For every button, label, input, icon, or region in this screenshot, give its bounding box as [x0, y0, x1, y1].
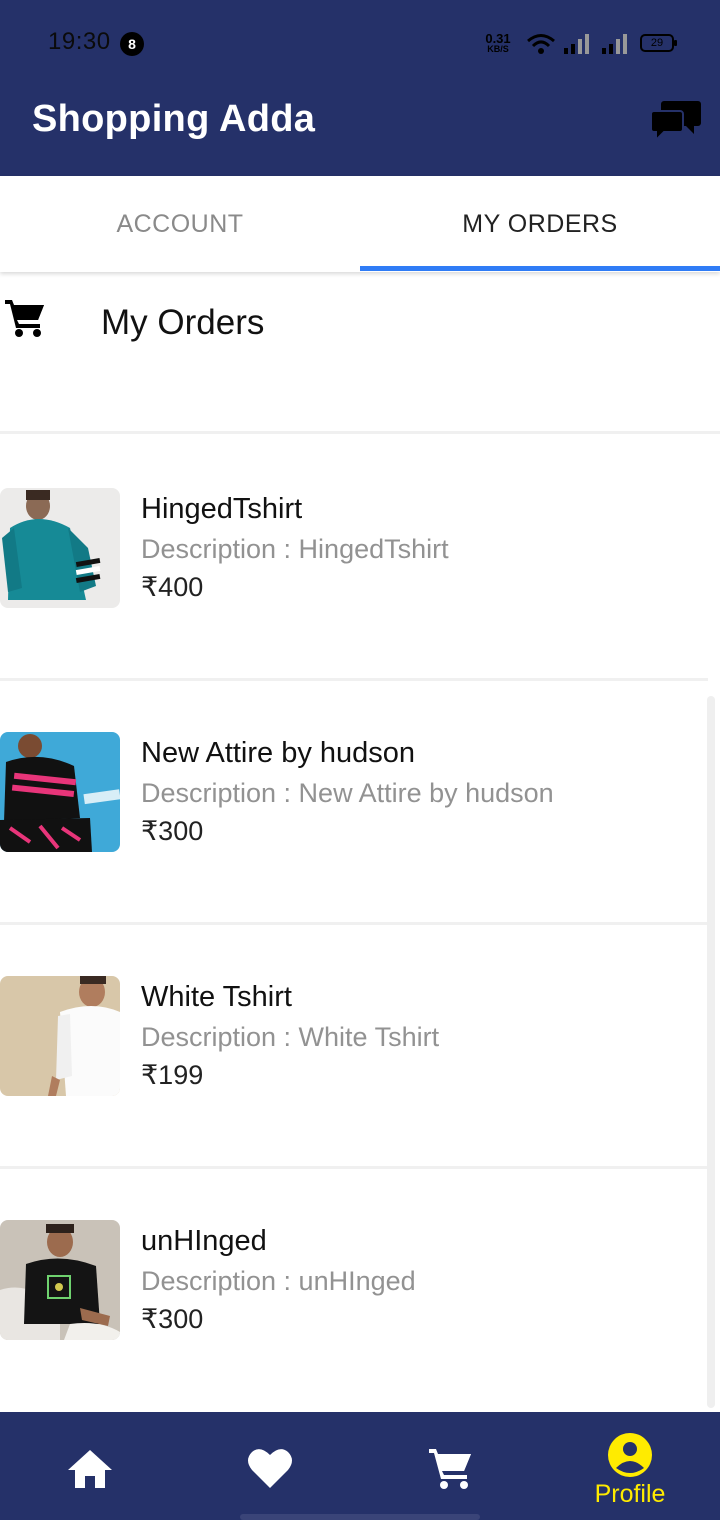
- app-bar: 19:30 8 0.31 KB/S 29 Shopping Adda: [0, 0, 720, 176]
- product-description: Description : unHInged: [141, 1266, 416, 1296]
- tab-bar: ACCOUNT MY ORDERS: [0, 176, 720, 272]
- tab-account[interactable]: ACCOUNT: [0, 176, 360, 272]
- product-image-black-graphic-tshirt: [0, 1220, 120, 1340]
- product-name: New Attire by hudson: [141, 737, 416, 769]
- product-description: Description : HingedTshirt: [141, 534, 449, 564]
- nav-profile[interactable]: Profile: [540, 1412, 720, 1520]
- product-price: ₹300: [141, 816, 204, 846]
- product-name: White Tshirt: [141, 981, 292, 1013]
- chat-bubbles-icon[interactable]: [650, 97, 702, 143]
- wifi-icon: [527, 34, 555, 54]
- cart-icon: [5, 300, 44, 337]
- signal-icon: [564, 34, 589, 54]
- network-speed-value: 0.31: [485, 31, 511, 46]
- product-price: ₹400: [141, 572, 204, 602]
- product-image-black-pink-tshirt: [0, 732, 120, 852]
- tab-my-orders[interactable]: MY ORDERS: [360, 176, 720, 272]
- scrollbar[interactable]: [707, 696, 715, 1408]
- profile-icon: [608, 1433, 652, 1477]
- nav-home[interactable]: [0, 1412, 180, 1520]
- order-item[interactable]: New Attire by hudson Description : New A…: [0, 681, 708, 925]
- battery-indicator: 29: [640, 34, 677, 52]
- bottom-navigation: Profile: [0, 1412, 720, 1520]
- orders-title: My Orders: [101, 303, 265, 342]
- home-indicator: [240, 1514, 480, 1520]
- product-name: unHInged: [141, 1225, 267, 1257]
- product-price: ₹199: [141, 1060, 204, 1090]
- product-price: ₹300: [141, 1304, 204, 1334]
- product-name: HingedTshirt: [141, 493, 303, 525]
- nav-cart[interactable]: [360, 1412, 540, 1520]
- cart-icon: [429, 1449, 471, 1489]
- product-image-white-tshirt: [0, 976, 120, 1096]
- status-time: 19:30: [48, 28, 111, 55]
- orders-header: [0, 272, 720, 434]
- order-item[interactable]: White Tshirt Description : White Tshirt …: [0, 925, 708, 1169]
- notification-badge: 8: [120, 32, 144, 56]
- network-speed: 0.31 KB/S: [482, 31, 514, 55]
- status-bar: 19:30 8 0.31 KB/S 29: [0, 0, 720, 88]
- product-image-teal-hoodie: [0, 488, 120, 608]
- app-title: Shopping Adda: [32, 98, 316, 140]
- tab-indicator: [360, 266, 720, 271]
- product-description: Description : New Attire by hudson: [141, 778, 554, 808]
- order-item[interactable]: HingedTshirt Description : HingedTshirt …: [0, 437, 708, 681]
- nav-favorites[interactable]: [180, 1412, 360, 1520]
- order-item[interactable]: unHInged Description : unHInged ₹300: [0, 1169, 708, 1413]
- product-description: Description : White Tshirt: [141, 1022, 440, 1052]
- nav-profile-label: Profile: [594, 1480, 666, 1508]
- home-icon: [68, 1450, 112, 1488]
- heart-icon: [248, 1449, 292, 1488]
- signal-icon-2: [602, 34, 627, 54]
